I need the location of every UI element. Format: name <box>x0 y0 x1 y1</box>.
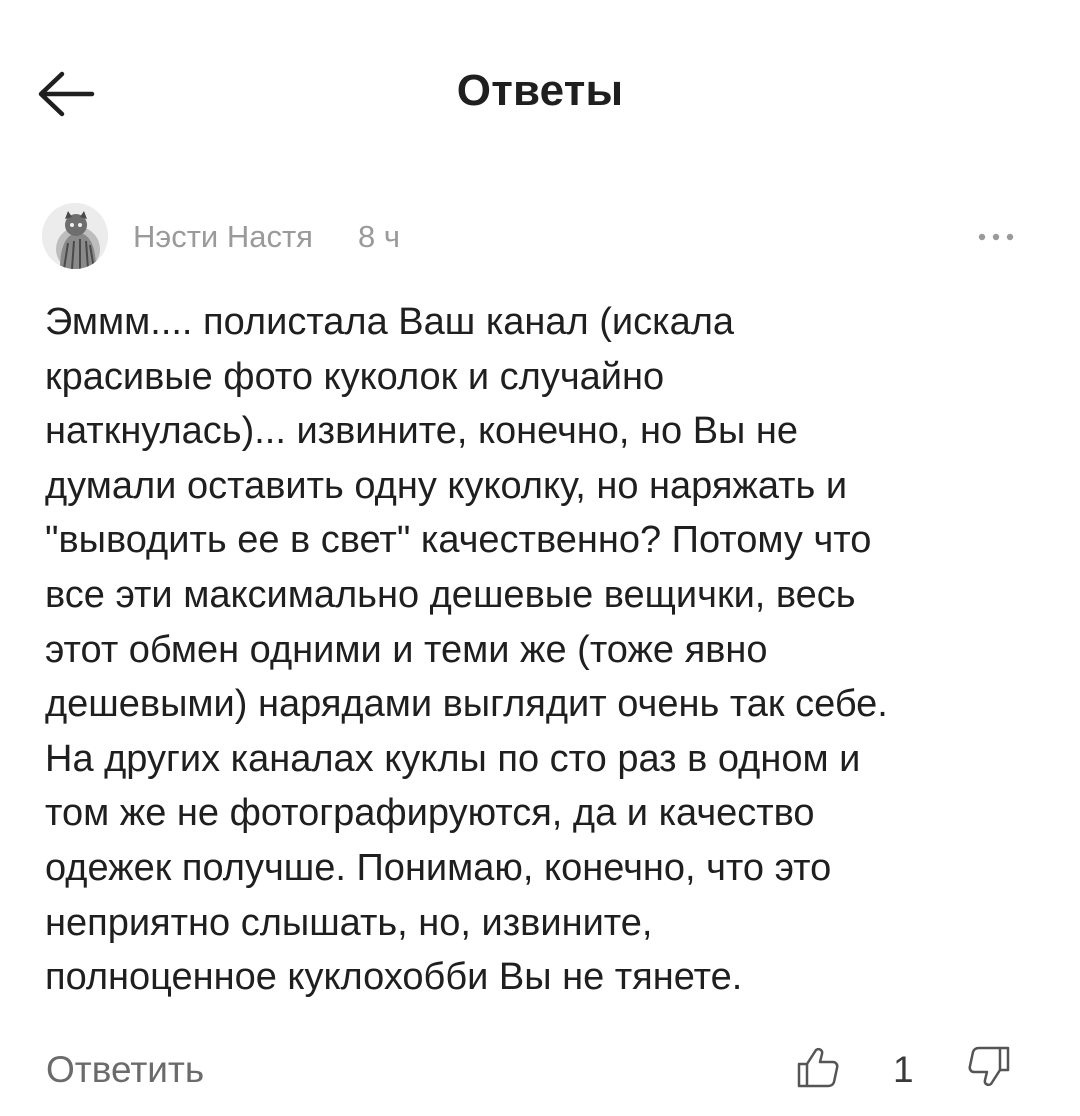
app-header: Ответы <box>0 0 1080 190</box>
comment-header: Нэсти Настя 8 ч <box>42 203 1042 269</box>
comment-text: Эммм.... полистала Ваш канал (искала кра… <box>45 301 888 999</box>
comment-actions: Ответить 1 <box>0 1038 1080 1108</box>
page-title: Ответы <box>456 66 624 115</box>
more-horizontal-icon <box>978 233 1014 241</box>
comment-timestamp: 8 ч <box>358 219 401 254</box>
dislike-button[interactable] <box>966 1044 1012 1090</box>
reply-button[interactable]: Ответить <box>46 1049 204 1091</box>
thumbs-down-icon <box>968 1046 1010 1087</box>
thumbs-up-icon <box>797 1047 839 1088</box>
like-count: 1 <box>893 1049 914 1090</box>
more-options-button[interactable] <box>966 217 1026 257</box>
avatar-image <box>42 203 108 269</box>
author-name[interactable]: Нэсти Настя <box>133 219 313 255</box>
like-button[interactable] <box>795 1044 841 1090</box>
avatar[interactable] <box>42 203 108 269</box>
